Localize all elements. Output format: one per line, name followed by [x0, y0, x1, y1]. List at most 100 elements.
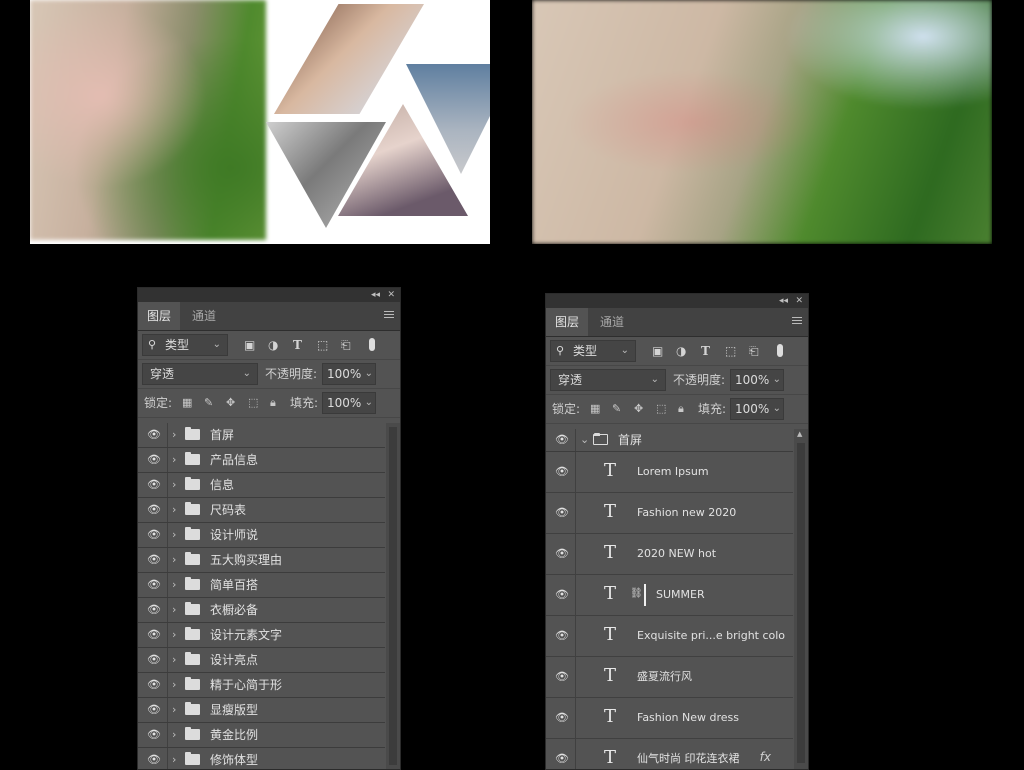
adjustment-filter-icon[interactable]: ◑: [676, 344, 686, 358]
collapse-icon[interactable]: ◂◂: [371, 288, 380, 302]
collapse-icon[interactable]: ◂◂: [779, 294, 788, 308]
layer-group-row[interactable]: 👁︎ › 显瘦版型: [138, 698, 385, 723]
layer-list-scrollbar[interactable]: ▲: [794, 429, 808, 769]
blend-mode-select[interactable]: 穿透 ⌄: [142, 363, 258, 385]
filter-toggle[interactable]: [369, 338, 375, 351]
fill-input[interactable]: 100% ⌄: [322, 392, 376, 414]
eye-icon[interactable]: 👁︎: [147, 528, 161, 542]
smart-object-filter-icon[interactable]: ⎗: [749, 344, 759, 359]
layer-group-row[interactable]: 👁︎ › 修饰体型: [138, 748, 385, 769]
lock-paint-icon[interactable]: ✎: [204, 396, 213, 409]
text-layer-row[interactable]: 👁︎ T 盛夏流行风: [546, 657, 793, 698]
eye-icon[interactable]: 👁︎: [555, 629, 569, 643]
layer-effects-icon[interactable]: fx: [760, 750, 771, 764]
lock-position-icon[interactable]: ✥: [226, 396, 235, 409]
image-filter-icon[interactable]: ▣: [244, 338, 255, 352]
layer-group-row[interactable]: 👁︎ › 产品信息: [138, 448, 385, 473]
type-filter-icon[interactable]: T: [293, 338, 302, 352]
eye-icon[interactable]: 👁︎: [147, 703, 161, 717]
layer-group-row[interactable]: 👁︎ › 尺码表: [138, 498, 385, 523]
shape-filter-icon[interactable]: ⬚: [317, 338, 328, 352]
adjustment-filter-icon[interactable]: ◑: [268, 338, 278, 352]
chevron-right-icon[interactable]: ›: [172, 723, 176, 747]
chevron-right-icon[interactable]: ›: [172, 573, 176, 597]
layer-group-row[interactable]: 👁︎ › 设计亮点: [138, 648, 385, 673]
scroll-up-icon[interactable]: ▲: [797, 430, 802, 438]
lock-position-icon[interactable]: ✥: [634, 402, 643, 415]
blend-mode-select[interactable]: 穿透 ⌄: [550, 369, 666, 391]
text-layer-row[interactable]: 👁︎ T 仙气时尚 印花连衣裙 fx: [546, 739, 793, 769]
lock-artboard-icon[interactable]: ⬚: [656, 402, 666, 415]
text-layer-row[interactable]: 👁︎ T 2020 NEW hot: [546, 534, 793, 575]
panel-menu-icon[interactable]: [384, 311, 394, 320]
layer-group-row[interactable]: 👁︎ › 精于心简于形: [138, 673, 385, 698]
layer-group-row[interactable]: 👁︎ › 简单百搭: [138, 573, 385, 598]
chevron-right-icon[interactable]: ›: [172, 598, 176, 622]
eye-icon[interactable]: 👁︎: [555, 711, 569, 725]
eye-icon[interactable]: 👁︎: [147, 578, 161, 592]
type-filter-icon[interactable]: T: [701, 344, 710, 358]
layer-group-row[interactable]: 👁︎ › 五大购买理由: [138, 548, 385, 573]
lock-all-icon[interactable]: 🔒︎: [270, 396, 276, 410]
layer-group-row[interactable]: 👁︎ › 设计师说: [138, 523, 385, 548]
close-icon[interactable]: ✕: [387, 288, 395, 302]
eye-icon[interactable]: 👁︎: [147, 628, 161, 642]
eye-icon[interactable]: 👁︎: [147, 653, 161, 667]
chevron-right-icon[interactable]: ›: [172, 623, 176, 647]
eye-icon[interactable]: 👁︎: [147, 553, 161, 567]
eye-icon[interactable]: 👁︎: [555, 588, 569, 602]
eye-icon[interactable]: 👁︎: [555, 433, 569, 447]
tab-layers[interactable]: 图层: [138, 302, 181, 330]
layer-group-row[interactable]: 👁︎ › 首屏: [138, 423, 385, 448]
layer-group-expanded[interactable]: 👁︎ ⌄ 首屏: [546, 429, 793, 452]
chevron-right-icon[interactable]: ›: [172, 523, 176, 547]
tab-channels[interactable]: 通道: [183, 302, 225, 330]
opacity-input[interactable]: 100% ⌄: [322, 363, 376, 385]
opacity-input[interactable]: 100% ⌄: [730, 369, 784, 391]
lock-transparent-icon[interactable]: ▦: [590, 402, 600, 415]
layer-mask-thumbnail[interactable]: [644, 584, 646, 606]
smart-object-filter-icon[interactable]: ⎗: [341, 338, 351, 353]
chevron-right-icon[interactable]: ›: [172, 448, 176, 472]
image-filter-icon[interactable]: ▣: [652, 344, 663, 358]
eye-icon[interactable]: 👁︎: [555, 506, 569, 520]
chevron-right-icon[interactable]: ›: [172, 673, 176, 697]
close-icon[interactable]: ✕: [795, 294, 803, 308]
text-layer-row[interactable]: 👁︎ T ⛓ SUMMER: [546, 575, 793, 616]
eye-icon[interactable]: 👁︎: [555, 547, 569, 561]
chevron-right-icon[interactable]: ›: [172, 498, 176, 522]
layer-group-row[interactable]: 👁︎ › 设计元素文字: [138, 623, 385, 648]
chevron-down-icon[interactable]: ⌄: [580, 429, 589, 451]
eye-icon[interactable]: 👁︎: [147, 753, 161, 767]
eye-icon[interactable]: 👁︎: [147, 453, 161, 467]
panel-menu-icon[interactable]: [792, 317, 802, 326]
shape-filter-icon[interactable]: ⬚: [725, 344, 736, 358]
eye-icon[interactable]: 👁︎: [147, 428, 161, 442]
link-icon[interactable]: ⛓: [630, 588, 643, 599]
chevron-right-icon[interactable]: ›: [172, 423, 176, 447]
eye-icon[interactable]: 👁︎: [147, 478, 161, 492]
fill-input[interactable]: 100% ⌄: [730, 398, 784, 420]
lock-artboard-icon[interactable]: ⬚: [248, 396, 258, 409]
text-layer-row[interactable]: 👁︎ T Exquisite pri...e bright colo: [546, 616, 793, 657]
filter-kind-select[interactable]: ⚲ 类型 ⌄: [142, 334, 228, 356]
scrollbar-thumb[interactable]: [797, 443, 805, 763]
layer-group-row[interactable]: 👁︎ › 信息: [138, 473, 385, 498]
chevron-right-icon[interactable]: ›: [172, 473, 176, 497]
text-layer-row[interactable]: 👁︎ T Lorem Ipsum: [546, 452, 793, 493]
eye-icon[interactable]: 👁︎: [147, 678, 161, 692]
chevron-right-icon[interactable]: ›: [172, 648, 176, 672]
text-layer-row[interactable]: 👁︎ T Fashion New dress: [546, 698, 793, 739]
chevron-right-icon[interactable]: ›: [172, 548, 176, 572]
eye-icon[interactable]: 👁︎: [147, 728, 161, 742]
filter-kind-select[interactable]: ⚲ 类型 ⌄: [550, 340, 636, 362]
chevron-right-icon[interactable]: ›: [172, 698, 176, 722]
eye-icon[interactable]: 👁︎: [555, 752, 569, 766]
eye-icon[interactable]: 👁︎: [147, 503, 161, 517]
tab-layers[interactable]: 图层: [546, 308, 589, 336]
lock-transparent-icon[interactable]: ▦: [182, 396, 192, 409]
scrollbar-thumb[interactable]: [389, 427, 397, 765]
layer-list-scrollbar[interactable]: [386, 423, 400, 769]
lock-paint-icon[interactable]: ✎: [612, 402, 621, 415]
tab-channels[interactable]: 通道: [591, 308, 633, 336]
